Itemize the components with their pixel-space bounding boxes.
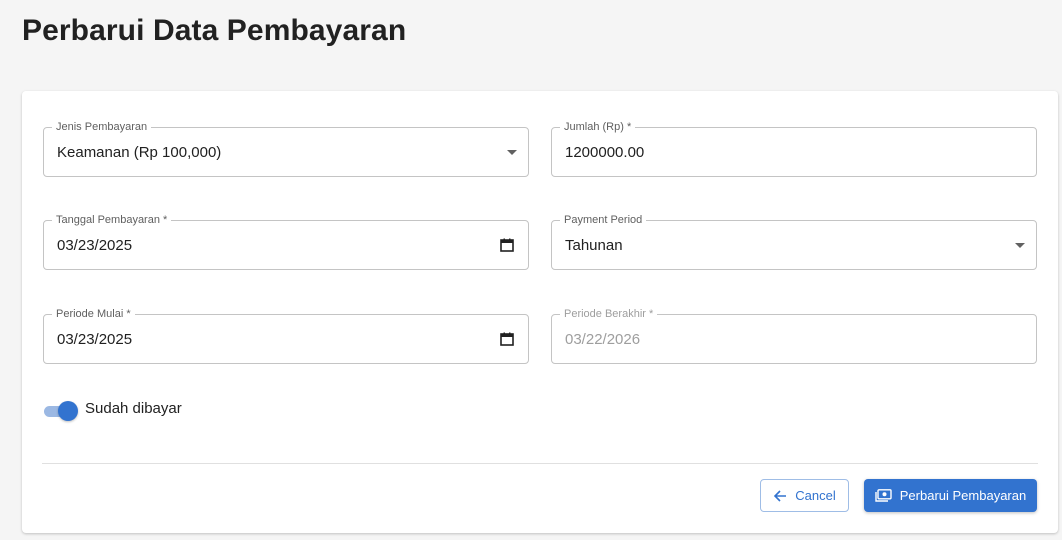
payment-type-select[interactable]: Jenis Pembayaran Keamanan (Rp 100,000) — [43, 120, 529, 177]
period-start-field[interactable]: Periode Mulai * 03/23/2025 — [43, 307, 529, 364]
payment-type-label: Jenis Pembayaran — [52, 120, 152, 134]
update-payment-button[interactable]: Perbarui Pembayaran — [864, 479, 1037, 512]
amount-label: Jumlah (Rp) * — [560, 120, 636, 134]
period-end-field: Periode Berakhir * 03/22/2026 — [551, 307, 1037, 364]
cancel-button[interactable]: Cancel — [760, 479, 849, 512]
period-start-value: 03/23/2025 — [57, 331, 133, 348]
amount-field[interactable]: Jumlah (Rp) * 1200000.00 — [551, 120, 1037, 177]
period-end-value: 03/22/2026 — [565, 331, 641, 348]
payment-date-label: Tanggal Pembayaran * — [52, 213, 172, 227]
calendar-icon[interactable] — [500, 238, 514, 252]
cancel-button-label: Cancel — [795, 488, 836, 503]
update-payment-button-label: Perbarui Pembayaran — [899, 488, 1027, 503]
payment-period-value: Tahunan — [565, 237, 623, 254]
calendar-icon[interactable] — [500, 332, 514, 346]
paid-toggle[interactable] — [43, 400, 79, 421]
payment-form-card: Jenis Pembayaran Keamanan (Rp 100,000) J… — [22, 91, 1058, 533]
period-end-label: Periode Berakhir * — [560, 307, 658, 321]
payment-icon — [875, 489, 892, 502]
divider — [42, 463, 1038, 464]
payment-date-field[interactable]: Tanggal Pembayaran * 03/23/2025 — [43, 213, 529, 270]
caret-down-icon[interactable] — [1015, 243, 1025, 248]
payment-period-select[interactable]: Payment Period Tahunan — [551, 213, 1037, 270]
page-title: Perbarui Data Pembayaran — [22, 14, 407, 47]
paid-toggle-label: Sudah dibayar — [85, 400, 182, 417]
payment-date-value: 03/23/2025 — [57, 237, 133, 254]
payment-period-label: Payment Period — [560, 213, 647, 227]
payment-type-value: Keamanan (Rp 100,000) — [57, 144, 222, 161]
period-start-label: Periode Mulai * — [52, 307, 135, 321]
caret-down-icon[interactable] — [507, 150, 517, 155]
arrow-left-icon — [774, 489, 787, 502]
amount-value: 1200000.00 — [565, 144, 645, 161]
toggle-thumb[interactable] — [58, 401, 78, 421]
